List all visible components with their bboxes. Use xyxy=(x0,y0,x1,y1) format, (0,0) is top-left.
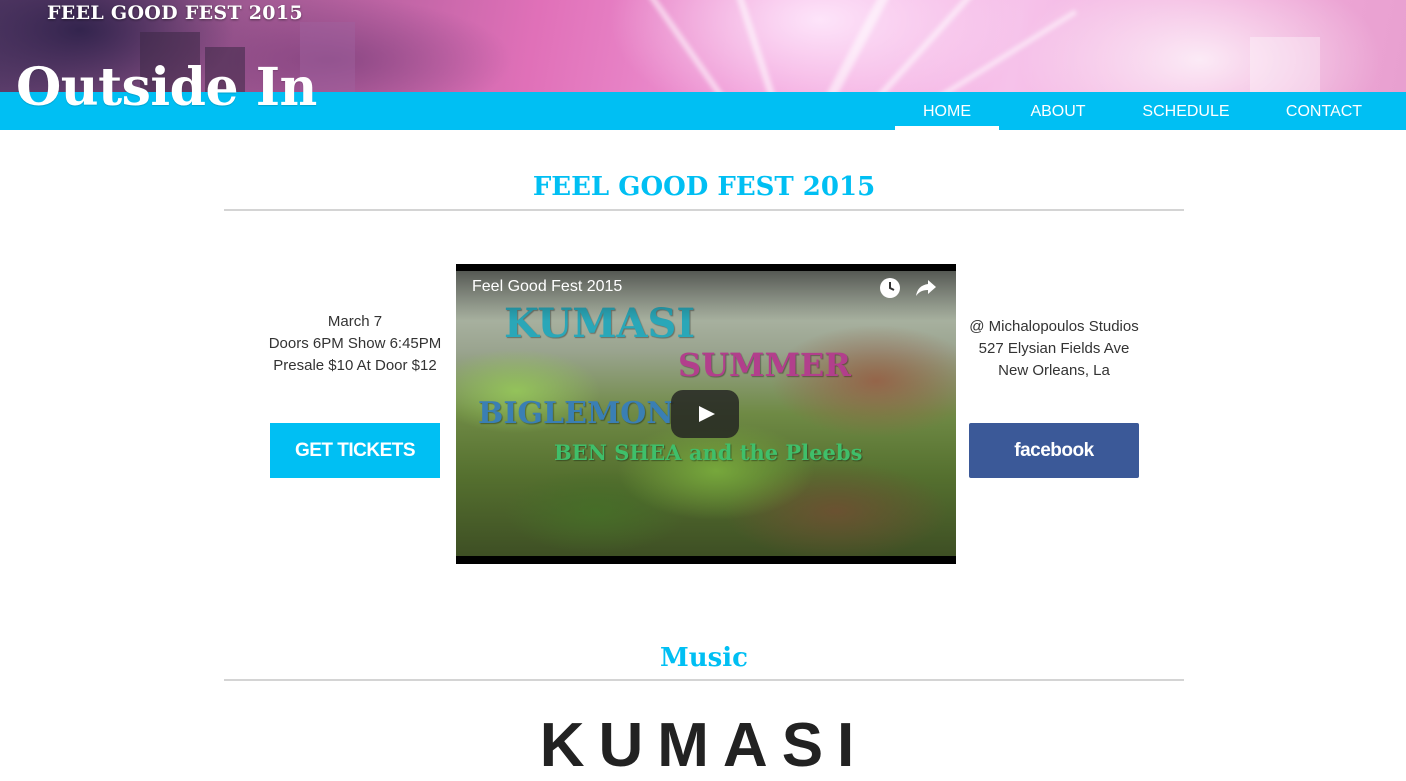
video-player[interactable]: KUMASI SUMMER BIGLEMON BEN SHEA and the … xyxy=(456,264,956,564)
nav-schedule[interactable]: SCHEDULE xyxy=(1138,92,1234,130)
overlay-summer: SUMMER xyxy=(678,346,851,384)
stage-light xyxy=(788,0,902,92)
event-details: March 7 Doors 6PM Show 6:45PM Presale $1… xyxy=(262,311,448,377)
venue-name: @ Michalopoulos Studios xyxy=(969,318,1139,335)
share-icon[interactable] xyxy=(914,276,938,300)
event-divider xyxy=(224,209,1184,211)
event-heading: FEEL GOOD FEST 2015 xyxy=(532,172,876,202)
video-title[interactable]: Feel Good Fest 2015 xyxy=(472,278,622,296)
facebook-button[interactable]: facebook xyxy=(969,423,1139,478)
music-divider xyxy=(224,679,1184,681)
event-date: March 7 xyxy=(327,313,383,330)
play-button[interactable] xyxy=(671,390,739,438)
overlay-benshea: BEN SHEA and the Pleebs xyxy=(554,440,863,465)
overlay-biglemon: BIGLEMON xyxy=(478,396,674,431)
nav-contact[interactable]: CONTACT xyxy=(1278,92,1370,130)
play-icon xyxy=(699,406,715,422)
get-tickets-button[interactable]: GET TICKETS xyxy=(270,423,440,478)
skyline-building xyxy=(1250,37,1320,92)
site-subtitle: FEEL GOOD FEST 2015 xyxy=(47,2,303,24)
band-name: KUMASI xyxy=(539,711,869,780)
clock-icon[interactable] xyxy=(878,276,902,300)
venue-details: @ Michalopoulos Studios 527 Elysian Fiel… xyxy=(960,316,1148,382)
music-heading: Music xyxy=(659,643,749,673)
stage-light xyxy=(827,0,979,92)
nav-home[interactable]: HOME xyxy=(895,92,999,130)
nav-about[interactable]: ABOUT xyxy=(1020,92,1096,130)
venue-city: New Orleans, La xyxy=(998,362,1110,379)
stage-light xyxy=(726,0,801,92)
event-prices: Presale $10 At Door $12 xyxy=(273,357,437,374)
venue-address: 527 Elysian Fields Ave xyxy=(978,340,1130,357)
event-times: Doors 6PM Show 6:45PM xyxy=(268,335,442,352)
site-title[interactable]: Outside In xyxy=(16,56,317,120)
